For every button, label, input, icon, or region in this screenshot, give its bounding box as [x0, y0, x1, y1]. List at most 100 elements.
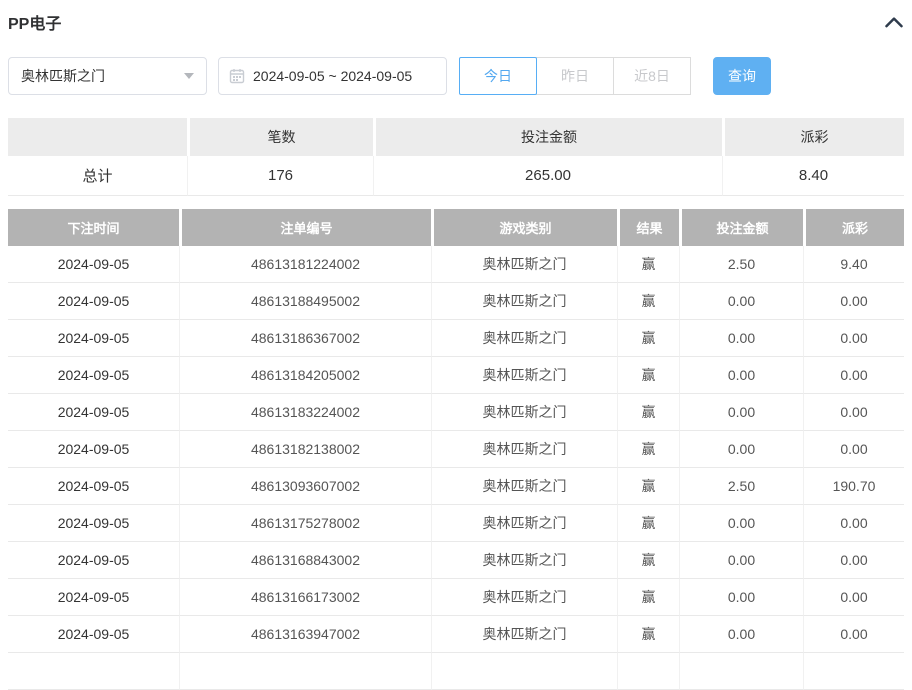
bet-time-cell: 2024-09-05: [8, 542, 179, 579]
bet-amount-cell: 0.00: [679, 394, 803, 431]
bet-time-cell: 2024-09-05: [8, 505, 179, 542]
summary-header-payout: 派彩: [722, 118, 904, 156]
payout-cell: 9.40: [803, 246, 904, 283]
payout-cell: 0.00: [803, 394, 904, 431]
result-cell: 赢: [617, 320, 679, 357]
result-cell: 赢: [617, 283, 679, 320]
payout-cell: 0.00: [803, 283, 904, 320]
order-number-cell: 48613163947002: [179, 616, 431, 653]
bet-time-cell: 2024-09-05: [8, 431, 179, 468]
bet-record-row: 2024-09-05 48613166173002 奥林匹斯之门 赢 0.00 …: [8, 579, 904, 616]
result-cell: 赢: [617, 616, 679, 653]
detail-header-game-category: 游戏类别: [431, 209, 617, 246]
bet-record-row: 2024-09-05 48613181224002 奥林匹斯之门 赢 2.50 …: [8, 246, 904, 283]
bet-time-cell: 2024-09-05: [8, 357, 179, 394]
detail-header-row: 下注时间 注单编号 游戏类别 结果 投注金额 派彩: [8, 209, 904, 246]
bet-time-cell: 2024-09-05: [8, 616, 179, 653]
result-cell: 赢: [617, 431, 679, 468]
date-range-value: 2024-09-05 ~ 2024-09-05: [253, 68, 412, 84]
result-cell: 赢: [617, 542, 679, 579]
bet-amount-cell: 0.00: [679, 283, 803, 320]
result-cell: 赢: [617, 579, 679, 616]
game-select[interactable]: 奥林匹斯之门: [8, 57, 207, 95]
filter-bar: 奥林匹斯之门 2024-09-05 ~ 2024-09-05: [8, 57, 904, 95]
payout-cell: 0.00: [803, 320, 904, 357]
summary-total-bet-amount: 265.00: [373, 156, 722, 196]
panel-header: PP电子: [8, 10, 904, 34]
detail-header-result: 结果: [617, 209, 679, 246]
date-range-input[interactable]: 2024-09-05 ~ 2024-09-05: [218, 57, 447, 95]
order-number-cell: 48613181224002: [179, 246, 431, 283]
calendar-icon: [229, 68, 245, 84]
bet-records-table: 下注时间 注单编号 游戏类别 结果 投注金额 派彩 2024-09-05 486…: [8, 209, 904, 690]
payout-cell: 190.70: [803, 468, 904, 505]
game-category-cell: 奥林匹斯之门: [431, 616, 617, 653]
today-button[interactable]: 今日: [459, 57, 537, 95]
bet-record-row: 2024-09-05 48613188495002 奥林匹斯之门 赢 0.00 …: [8, 283, 904, 320]
result-cell: 赢: [617, 505, 679, 542]
result-cell: 赢: [617, 246, 679, 283]
bet-record-row: 2024-09-05 48613186367002 奥林匹斯之门 赢 0.00 …: [8, 320, 904, 357]
game-category-cell: 奥林匹斯之门: [431, 542, 617, 579]
bet-record-row: 2024-09-05 48613163947002 奥林匹斯之门 赢 0.00 …: [8, 616, 904, 653]
bet-amount-cell: 2.50: [679, 246, 803, 283]
game-category-cell: 奥林匹斯之门: [431, 505, 617, 542]
detail-header-order-number: 注单编号: [179, 209, 431, 246]
bet-amount-cell: 0.00: [679, 320, 803, 357]
bet-amount-cell: 0.00: [679, 357, 803, 394]
bet-amount-cell: 0.00: [679, 542, 803, 579]
page-title: PP电子: [8, 10, 61, 34]
quick-date-button-group: 今日 昨日 近8日: [459, 57, 691, 95]
summary-table: 笔数 投注金额 派彩 总计 176 265.00 8.40: [8, 118, 904, 196]
bet-amount-cell: 0.00: [679, 616, 803, 653]
payout-cell: 0.00: [803, 357, 904, 394]
detail-header-bet-time: 下注时间: [8, 209, 179, 246]
bet-amount-cell: 2.50: [679, 468, 803, 505]
result-cell: 赢: [617, 468, 679, 505]
bet-amount-cell: 0.00: [679, 431, 803, 468]
bet-record-row: 2024-09-05 48613184205002 奥林匹斯之门 赢 0.00 …: [8, 357, 904, 394]
query-button[interactable]: 查询: [713, 57, 771, 95]
summary-total-payout: 8.40: [722, 156, 904, 196]
chevron-up-icon: [884, 18, 904, 33]
order-number-cell: 48613175278002: [179, 505, 431, 542]
bet-time-cell: 2024-09-05: [8, 468, 179, 505]
game-select-value: 奥林匹斯之门: [21, 66, 184, 86]
bet-record-row: 2024-09-05 48613183224002 奥林匹斯之门 赢 0.00 …: [8, 394, 904, 431]
summary-total-count: 176: [187, 156, 373, 196]
order-number-cell: 48613183224002: [179, 394, 431, 431]
order-number-cell: 48613093607002: [179, 468, 431, 505]
game-category-cell: 奥林匹斯之门: [431, 357, 617, 394]
last-8-days-button[interactable]: 近8日: [613, 57, 691, 95]
summary-header-row: 笔数 投注金额 派彩: [8, 118, 904, 156]
bet-amount-cell: 0.00: [679, 579, 803, 616]
game-category-cell: 奥林匹斯之门: [431, 468, 617, 505]
payout-cell: 0.00: [803, 579, 904, 616]
caret-down-icon: [184, 73, 194, 79]
order-number-cell: 48613168843002: [179, 542, 431, 579]
bet-record-row-partial: [8, 653, 904, 690]
payout-cell: 0.00: [803, 616, 904, 653]
collapse-panel-button[interactable]: [884, 14, 904, 30]
game-category-cell: 奥林匹斯之门: [431, 320, 617, 357]
bet-amount-cell: 0.00: [679, 505, 803, 542]
result-cell: 赢: [617, 357, 679, 394]
order-number-cell: 48613186367002: [179, 320, 431, 357]
detail-table-body: 2024-09-05 48613181224002 奥林匹斯之门 赢 2.50 …: [8, 246, 904, 653]
game-category-cell: 奥林匹斯之门: [431, 246, 617, 283]
bet-time-cell: 2024-09-05: [8, 246, 179, 283]
game-category-cell: 奥林匹斯之门: [431, 283, 617, 320]
summary-header-bet-amount: 投注金额: [373, 118, 722, 156]
bet-time-cell: 2024-09-05: [8, 283, 179, 320]
bet-time-cell: 2024-09-05: [8, 394, 179, 431]
yesterday-button[interactable]: 昨日: [536, 57, 614, 95]
bet-record-row: 2024-09-05 48613168843002 奥林匹斯之门 赢 0.00 …: [8, 542, 904, 579]
game-category-cell: 奥林匹斯之门: [431, 394, 617, 431]
payout-cell: 0.00: [803, 505, 904, 542]
order-number-cell: 48613182138002: [179, 431, 431, 468]
game-category-cell: 奥林匹斯之门: [431, 579, 617, 616]
order-number-cell: 48613166173002: [179, 579, 431, 616]
summary-header-blank: [8, 118, 187, 156]
result-cell: 赢: [617, 394, 679, 431]
bet-record-row: 2024-09-05 48613175278002 奥林匹斯之门 赢 0.00 …: [8, 505, 904, 542]
